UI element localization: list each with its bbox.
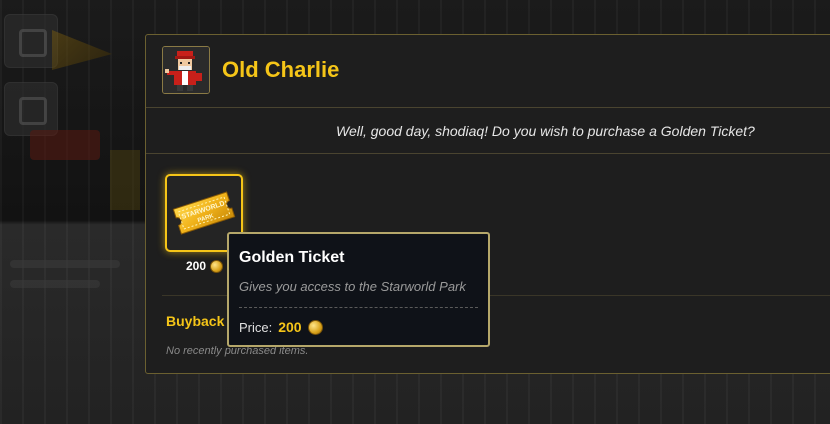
- background-slot: [4, 14, 58, 68]
- buyback-title: Buyback: [166, 313, 225, 329]
- gold-coin-icon: [307, 319, 323, 335]
- tooltip-price-label: Price:: [239, 319, 273, 335]
- background-decoration: [110, 150, 140, 210]
- item-price-value: 200: [186, 259, 207, 273]
- background-slot: [4, 82, 58, 136]
- tooltip-price-value: 200: [278, 319, 302, 335]
- background-decoration: [30, 130, 100, 160]
- npc-name: Old Charlie: [222, 57, 340, 82]
- tooltip-title: Golden Ticket: [239, 249, 345, 266]
- old-charlie-portrait-icon: [162, 46, 210, 94]
- tooltip-price: Price: 200: [239, 319, 323, 335]
- background-decoration: [10, 280, 100, 288]
- shop-header: Old Charlie: [146, 35, 830, 108]
- dialogue-row: Well, good day, shodiaq! Do you wish to …: [146, 107, 830, 154]
- tooltip-divider: [239, 307, 478, 308]
- item-tooltip: Golden Ticket Gives you access to the St…: [227, 232, 490, 347]
- tooltip-description: Gives you access to the Starworld Park: [239, 279, 466, 294]
- background-decoration: [10, 260, 120, 268]
- shop-item-price: 200: [186, 259, 224, 273]
- gold-coin-icon: [210, 259, 224, 273]
- npc-dialogue: Well, good day, shodiaq! Do you wish to …: [336, 123, 755, 139]
